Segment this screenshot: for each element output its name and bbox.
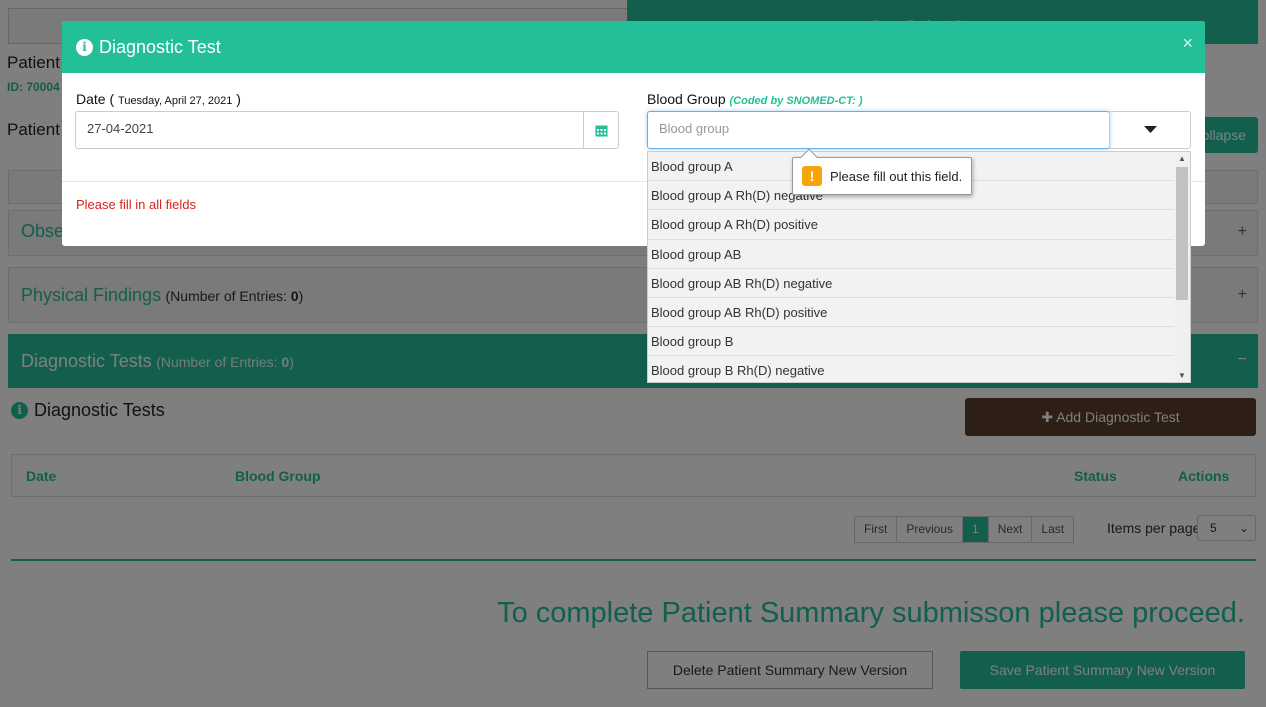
caret-down-icon — [1143, 126, 1157, 133]
scrollbar-thumb[interactable] — [1176, 167, 1188, 300]
blood-group-dropdown-toggle[interactable] — [1109, 111, 1191, 149]
validation-tooltip: ! Please fill out this field. — [792, 157, 973, 195]
warning-icon: ! — [802, 166, 822, 186]
options-scrollbar[interactable]: ▲ ▼ — [1174, 152, 1190, 382]
scroll-up-icon[interactable]: ▲ — [1178, 154, 1186, 163]
option-item[interactable]: Blood group A Rh(D) positive — [648, 210, 1175, 240]
modal-title: Diagnostic Test — [99, 36, 221, 57]
calendar-icon — [595, 125, 607, 136]
option-item[interactable]: Blood group AB Rh(D) positive — [648, 298, 1175, 328]
option-item[interactable]: Blood group B — [648, 327, 1175, 357]
blood-group-input[interactable]: Blood group — [647, 111, 1110, 149]
option-item[interactable]: Blood group AB Rh(D) negative — [648, 269, 1175, 298]
snomed-coded-label: (Coded by SNOMED-CT: ) — [729, 95, 863, 107]
scroll-down-icon[interactable]: ▼ — [1178, 371, 1186, 380]
modal-header: i Diagnostic Test × — [62, 21, 1205, 73]
option-item[interactable]: Blood group AB — [648, 240, 1175, 269]
date-input[interactable]: 27-04-2021 — [75, 111, 584, 149]
calendar-button[interactable] — [583, 111, 619, 149]
error-message: Please fill in all fields — [76, 197, 196, 212]
option-item[interactable]: Blood group B Rh(D) negative — [648, 356, 1175, 382]
blood-group-label: Blood Group (Coded by SNOMED-CT: ) — [647, 91, 863, 107]
date-label: Date ( Tuesday, April 27, 2021 ) — [76, 91, 241, 107]
info-icon: i — [76, 38, 93, 56]
close-icon[interactable]: × — [1182, 33, 1193, 54]
tooltip-text: Please fill out this field. — [830, 168, 963, 184]
